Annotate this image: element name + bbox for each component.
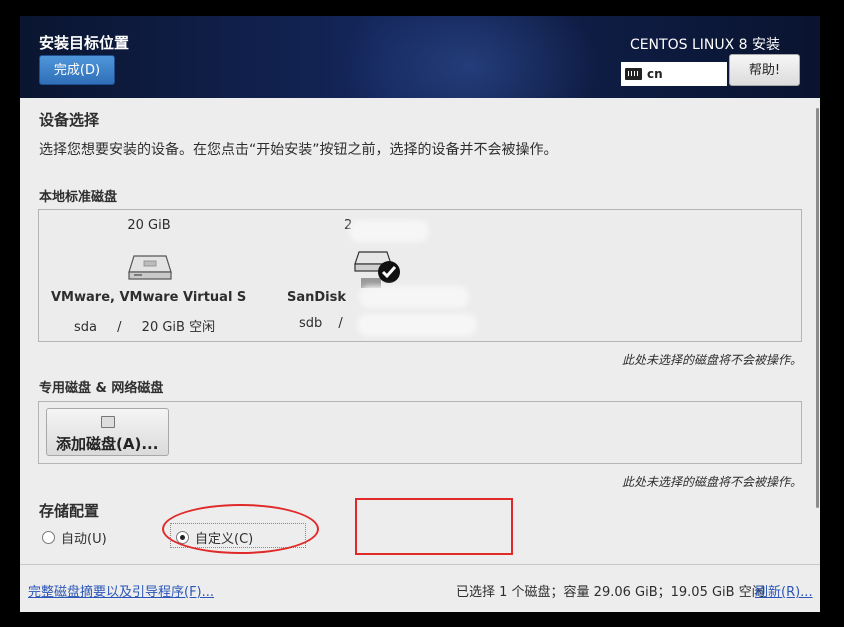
device-selection-title: 设备选择 <box>39 111 100 129</box>
keyboard-layout-label: cn <box>647 67 663 81</box>
radio-label: 自动(U) <box>61 532 107 547</box>
product-title: CENTOS LINUX 8 安装 <box>629 37 780 53</box>
disk-info: sda / 20 GiB 空闲 <box>74 316 215 335</box>
disk-info: sdb / <box>299 316 355 331</box>
specialized-disks-panel: 添加磁盘(A)... <box>38 401 802 464</box>
add-disk-icon <box>101 416 115 428</box>
disk-name: SanDisk <box>287 290 347 305</box>
specialized-disks-note: 此处未选择的磁盘将不会被操作。 <box>621 475 802 489</box>
disk-sda[interactable]: 20 GiB VMware, VMware Virtual S sda / 20… <box>51 210 247 341</box>
installer-window: 安装目标位置 完成(D) CENTOS LINUX 8 安装 cn 帮助! 设备… <box>20 16 820 612</box>
hard-disk-icon <box>126 250 174 286</box>
redaction-blur <box>359 286 469 308</box>
device-selection-description: 选择您想要安装的设备。在您点击“开始安装”按钮之前，选择的设备并不会被操作。 <box>39 142 558 158</box>
disk-device: sda <box>74 320 97 335</box>
full-disk-summary-link[interactable]: 完整磁盘摘要以及引导程序(F)... <box>28 581 214 600</box>
help-button[interactable]: 帮助! <box>729 54 800 86</box>
scrollbar[interactable] <box>816 108 819 508</box>
disk-free-space: 20 GiB 空闲 <box>141 320 216 335</box>
local-disks-panel: 20 GiB VMware, VMware Virtual S sda / 20… <box>38 209 802 342</box>
footer-divider <box>20 564 820 565</box>
keyboard-icon <box>625 68 642 80</box>
annotation-rectangle <box>355 498 513 555</box>
specialized-disks-title: 专用磁盘 & 网络磁盘 <box>39 381 164 396</box>
disk-size: 2 <box>344 218 353 233</box>
add-disk-label: 添加磁盘(A)... <box>56 435 159 453</box>
redaction-blur <box>357 314 477 336</box>
radio-button-icon <box>42 531 55 544</box>
disk-separator: / <box>117 320 122 335</box>
header-bar: 安装目标位置 完成(D) CENTOS LINUX 8 安装 cn 帮助! <box>20 16 820 98</box>
refresh-link[interactable]: 刷新(R)... <box>755 581 813 600</box>
page-title: 安装目标位置 <box>39 34 130 52</box>
done-button[interactable]: 完成(D) <box>39 55 115 85</box>
redaction-blur <box>349 220 429 242</box>
annotation-ellipse <box>162 504 319 554</box>
radio-automatic[interactable]: 自动(U) <box>42 528 107 547</box>
selection-status: 已选择 1 个磁盘；容量 29.06 GiB；19.05 GiB 空闲 <box>456 585 765 600</box>
header-decoration <box>340 16 600 98</box>
keyboard-layout-indicator[interactable]: cn <box>621 62 727 86</box>
local-disks-note: 此处未选择的磁盘将不会被操作。 <box>621 353 802 367</box>
add-disk-button[interactable]: 添加磁盘(A)... <box>46 408 169 456</box>
local-disks-title: 本地标准磁盘 <box>39 190 118 205</box>
disk-device: sdb <box>299 316 323 331</box>
disk-name: VMware, VMware Virtual S <box>51 290 247 305</box>
storage-config-title: 存储配置 <box>39 502 100 520</box>
disk-size: 20 GiB <box>127 218 171 233</box>
disk-separator: / <box>338 316 343 331</box>
